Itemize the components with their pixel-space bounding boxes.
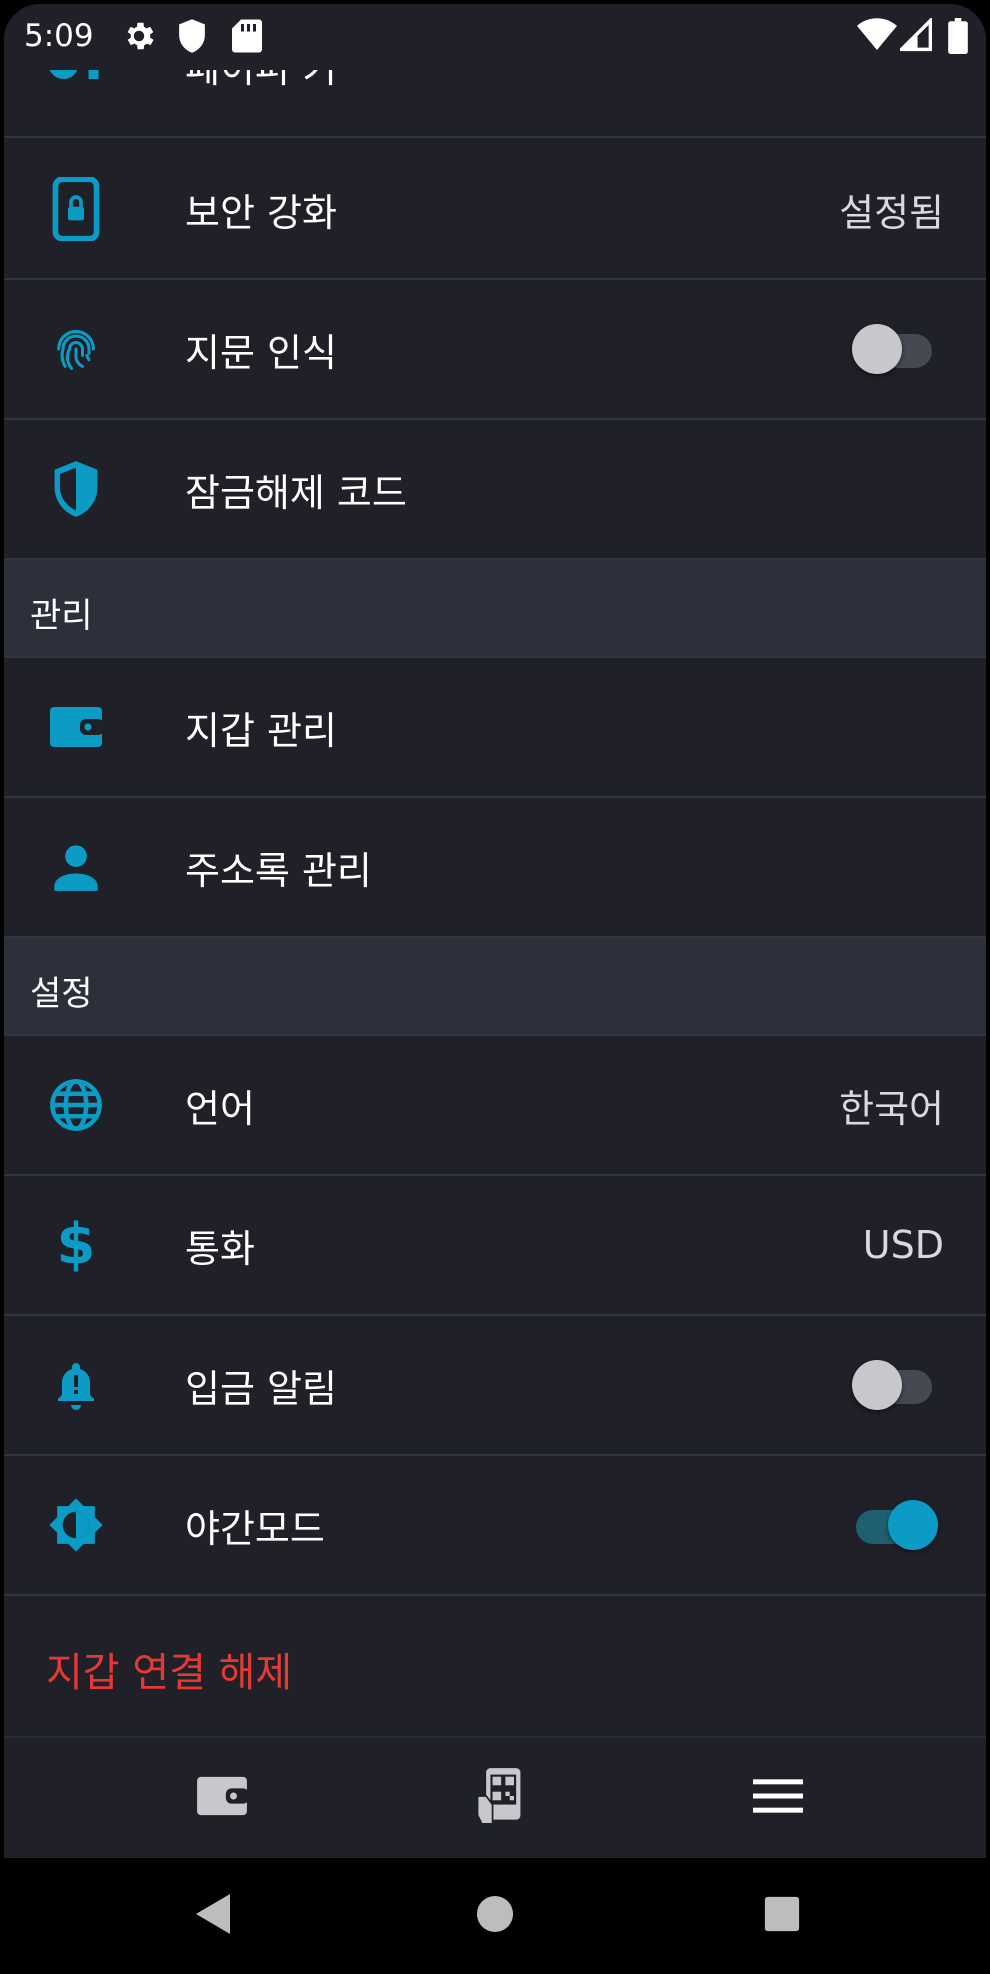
- status-bar: 5:09: [4, 4, 986, 70]
- list-item-label: 언어: [185, 1086, 255, 1131]
- shield-icon: [44, 457, 108, 521]
- section-title: 설정: [30, 974, 93, 1014]
- disconnect-wallet-label: 지갑 연결 해제: [46, 1650, 293, 1696]
- system-navigation-bar: [4, 1858, 986, 1970]
- list-item-label: 주소록 관리: [185, 848, 372, 893]
- list-item-wallet-management[interactable]: 지갑 관리: [4, 658, 986, 798]
- list-item-deposit-alert[interactable]: 입금 알림: [4, 1316, 986, 1456]
- list-item-label: 잠금해제 코드: [185, 470, 407, 515]
- recents-square-icon: [763, 1895, 801, 1937]
- list-item-night-mode[interactable]: 야간모드: [4, 1456, 986, 1596]
- back-button[interactable]: [186, 1888, 242, 1944]
- list-item-address-book[interactable]: 주소록 관리: [4, 798, 986, 938]
- list-item-label: 입금 알림: [185, 1366, 337, 1411]
- battery-icon: [948, 18, 970, 54]
- menu-icon: [753, 1776, 803, 1820]
- list-item-unlock-code[interactable]: 잠금해제 코드: [4, 420, 986, 560]
- globe-icon: [44, 1073, 108, 1137]
- sd-card-icon: [232, 18, 268, 54]
- person-icon: [44, 835, 108, 899]
- list-item-label: 지문 인식: [185, 330, 337, 375]
- cellular-signal-icon: [897, 16, 934, 54]
- language-value: 한국어: [839, 1086, 944, 1131]
- list-item-label: 지갑 관리: [185, 708, 337, 753]
- section-header-settings: 설정: [4, 938, 986, 1036]
- nav-scan-button[interactable]: [463, 1762, 535, 1834]
- home-circle-icon: [476, 1895, 514, 1937]
- list-item-fingerprint[interactable]: 지문 인식: [4, 280, 986, 420]
- wifi-icon: [857, 18, 897, 54]
- wallet-icon: [195, 1773, 249, 1823]
- section-header-management: 관리: [4, 560, 986, 658]
- status-time: 5:09: [24, 18, 94, 54]
- qr-scan-icon: [474, 1766, 524, 1830]
- fingerprint-toggle[interactable]: [852, 324, 934, 374]
- list-item-label: 통화: [185, 1226, 255, 1271]
- deposit-alert-toggle[interactable]: [852, 1360, 934, 1410]
- nav-wallet-button[interactable]: [186, 1762, 258, 1834]
- screen: 페이퍼 키 보안 강화 설정됨 지문 인식 잠금해제 코드: [4, 4, 986, 1970]
- list-item-currency[interactable]: $ 통화 USD: [4, 1176, 986, 1316]
- currency-value: USD: [862, 1223, 944, 1267]
- list-item-label: 야간모드: [185, 1506, 325, 1551]
- bell-icon: [44, 1353, 108, 1417]
- back-triangle-icon: [194, 1892, 234, 1940]
- brightness-icon: [44, 1493, 108, 1557]
- nav-menu-button[interactable]: [742, 1762, 814, 1834]
- section-title: 관리: [30, 596, 93, 636]
- recents-button[interactable]: [754, 1888, 810, 1944]
- night-mode-toggle[interactable]: [852, 1500, 938, 1550]
- list-item-label: 보안 강화: [185, 190, 337, 235]
- list-item-language[interactable]: 언어 한국어: [4, 1036, 986, 1176]
- disconnect-wallet-button[interactable]: 지갑 연결 해제: [4, 1598, 986, 1734]
- enhanced-security-status: 설정됨: [839, 190, 944, 235]
- shield-status-icon: [176, 18, 212, 54]
- wallet-icon: [44, 695, 108, 759]
- fingerprint-icon: [44, 317, 108, 381]
- settings-gear-icon: [121, 18, 157, 54]
- list-item-enhanced-security[interactable]: 보안 강화 설정됨: [4, 140, 986, 280]
- dollar-icon: $: [56, 1212, 96, 1277]
- phone-lock-icon: [44, 177, 108, 241]
- home-button[interactable]: [467, 1888, 523, 1944]
- bottom-navigation: [4, 1736, 986, 1858]
